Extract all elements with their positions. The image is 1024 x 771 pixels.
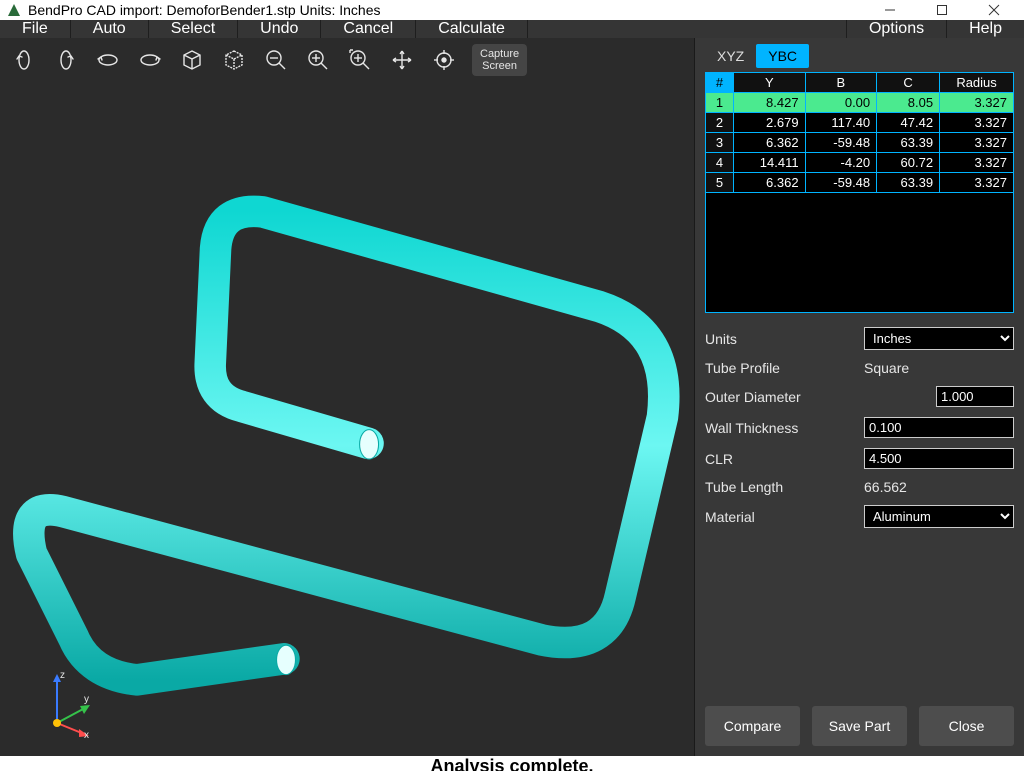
cube-wire-icon[interactable] <box>220 46 248 74</box>
col-b: B <box>805 73 877 93</box>
menu-undo[interactable]: Undo <box>238 20 321 38</box>
clr-label: CLR <box>705 451 864 467</box>
rotate-left-icon[interactable] <box>10 46 38 74</box>
table-row[interactable]: 414.411-4.2060.723.327 <box>706 153 1014 173</box>
app-icon <box>6 2 22 18</box>
rotate-right-icon[interactable] <box>52 46 80 74</box>
tab-ybc[interactable]: YBC <box>756 44 809 68</box>
wt-label: Wall Thickness <box>705 420 864 436</box>
svg-text:z: z <box>60 670 65 681</box>
table-row[interactable]: 36.362-59.4863.393.327 <box>706 133 1014 153</box>
menu-select[interactable]: Select <box>149 20 238 38</box>
col-r: Radius <box>940 73 1014 93</box>
close-panel-button[interactable]: Close <box>919 706 1014 746</box>
wt-input[interactable] <box>864 417 1014 438</box>
len-value: 66.562 <box>864 479 1014 495</box>
zoom-out-icon[interactable] <box>262 46 290 74</box>
pan-icon[interactable] <box>388 46 416 74</box>
col-c: C <box>877 73 940 93</box>
table-row[interactable]: 18.4270.008.053.327 <box>706 93 1014 113</box>
col-num: # <box>706 73 734 93</box>
table-empty-area <box>705 193 1014 313</box>
main-area: Capture Screen <box>0 38 1024 756</box>
status-text: Analysis complete. <box>430 756 593 771</box>
viewport-area: Capture Screen <box>0 38 694 756</box>
status-bar: Analysis complete. <box>0 756 1024 771</box>
svg-text:x: x <box>84 730 89 738</box>
view-toolbar: Capture Screen <box>0 38 694 78</box>
bend-table[interactable]: # Y B C Radius 18.4270.008.053.32722.679… <box>705 72 1014 193</box>
units-label: Units <box>705 331 864 347</box>
menu-bar: File Auto Select Undo Cancel Calculate O… <box>0 20 1024 38</box>
minimize-button[interactable] <box>872 0 908 20</box>
tube-render <box>0 78 694 756</box>
profile-label: Tube Profile <box>705 360 864 376</box>
save-part-button[interactable]: Save Part <box>812 706 907 746</box>
units-select[interactable]: Inches <box>864 327 1014 350</box>
maximize-button[interactable] <box>924 0 960 20</box>
rotate-ccw-icon[interactable] <box>94 46 122 74</box>
tab-xyz[interactable]: XYZ <box>705 44 756 68</box>
title-bar: BendPro CAD import: DemoforBender1.stp U… <box>0 0 1024 20</box>
table-row[interactable]: 56.362-59.4863.393.327 <box>706 173 1014 193</box>
material-select[interactable]: Aluminum <box>864 505 1014 528</box>
axis-gizmo: z y x <box>22 668 92 738</box>
close-button[interactable] <box>976 0 1012 20</box>
side-panel: XYZ YBC # Y B C Radius 18.4270.008.053.3… <box>694 38 1024 756</box>
menu-help[interactable]: Help <box>946 20 1024 38</box>
col-y: Y <box>734 73 806 93</box>
svg-text:y: y <box>84 694 89 705</box>
window-title: BendPro CAD import: DemoforBender1.stp U… <box>28 2 381 18</box>
properties: Units Inches Tube Profile Square Outer D… <box>705 327 1014 528</box>
menu-auto[interactable]: Auto <box>71 20 149 38</box>
menu-options[interactable]: Options <box>846 20 946 38</box>
3d-viewport[interactable]: z y x <box>0 78 694 756</box>
od-label: Outer Diameter <box>705 389 936 405</box>
menu-file[interactable]: File <box>0 20 71 38</box>
menu-cancel[interactable]: Cancel <box>321 20 416 38</box>
tab-row: XYZ YBC <box>705 44 1014 68</box>
footer-buttons: Compare Save Part Close <box>705 696 1014 746</box>
zoom-fit-icon[interactable] <box>346 46 374 74</box>
target-icon[interactable] <box>430 46 458 74</box>
capture-screen-button[interactable]: Capture Screen <box>472 44 527 76</box>
profile-value: Square <box>864 360 1014 376</box>
clr-input[interactable] <box>864 448 1014 469</box>
mat-label: Material <box>705 509 864 525</box>
cube-solid-icon[interactable] <box>178 46 206 74</box>
od-input[interactable] <box>936 386 1014 407</box>
table-row[interactable]: 22.679117.4047.423.327 <box>706 113 1014 133</box>
len-label: Tube Length <box>705 479 864 495</box>
window-controls <box>872 0 1018 20</box>
menu-calculate[interactable]: Calculate <box>416 20 528 38</box>
rotate-cw-icon[interactable] <box>136 46 164 74</box>
compare-button[interactable]: Compare <box>705 706 800 746</box>
zoom-in-icon[interactable] <box>304 46 332 74</box>
